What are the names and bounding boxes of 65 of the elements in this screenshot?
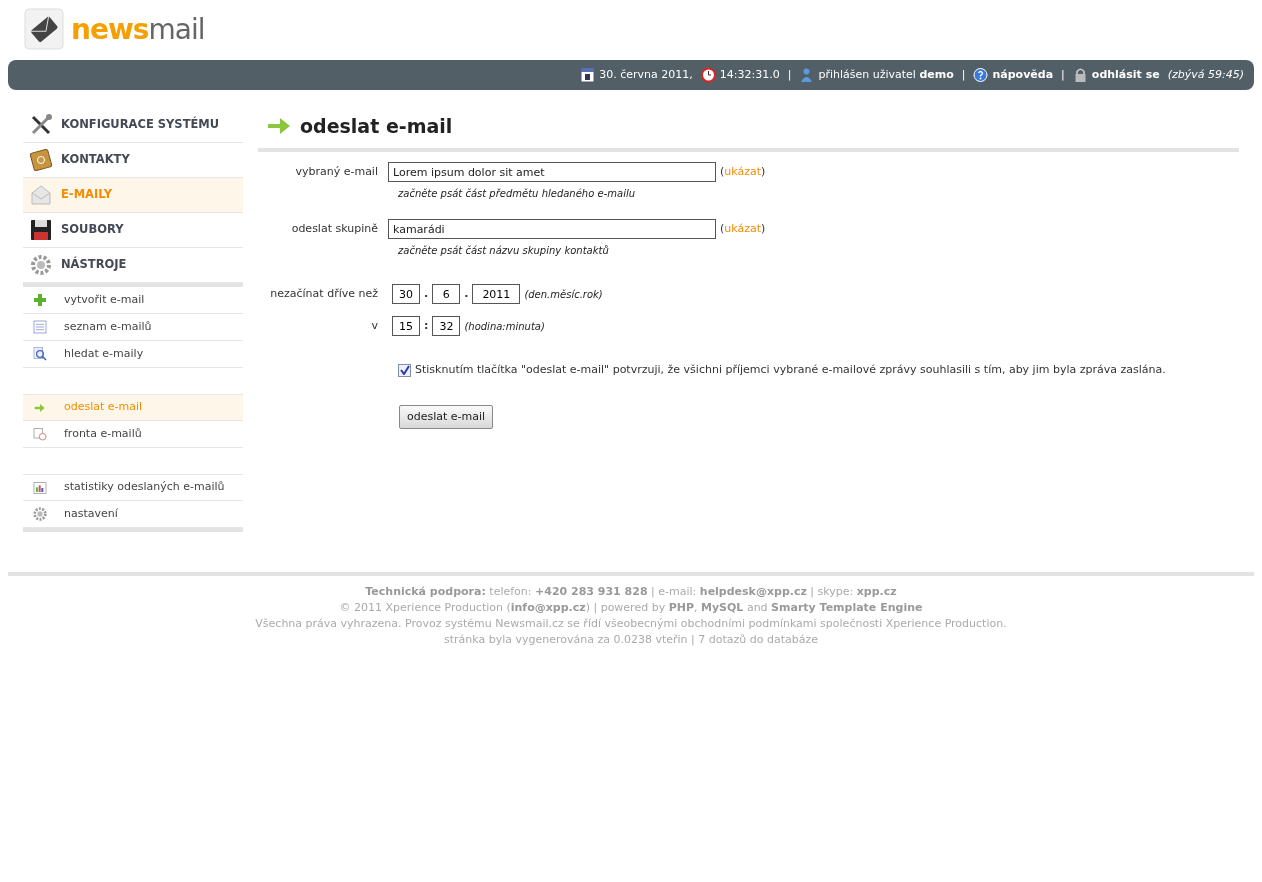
separator-text: | [961,66,966,83]
format-hint: (den.měsíc.rok) [524,287,603,302]
floppy-icon [29,218,53,242]
paren-text: ) [761,221,766,235]
magnifier-icon [32,346,48,362]
user-text: přihlášen uživatel demo [818,66,954,83]
paren-text: ( [720,221,725,235]
sub-menu-item[interactable]: vytvořit e-mail [23,287,243,314]
footer-line: Všechna práva vyhrazena. Provoz systému Newsmail.cz se řídí všeobecnými obchodními podmínkami společnosti Xperience Production. [254,616,1008,632]
help-icon [973,67,989,83]
hint-text: začněte psát část názvu skupiny kontaktů [398,245,609,256]
year-field[interactable]: 2011 [472,284,521,304]
paren-text: ) [761,164,766,178]
sub-menu-item[interactable]: seznam e-mailů [23,314,243,341]
plus-icon [32,292,48,308]
sub-menu-item[interactable]: statistiky odeslaných e-mailů [23,474,243,501]
gear-icon [32,506,48,522]
field-label: v [371,318,378,332]
queue-icon [32,426,48,442]
user-icon [799,67,815,83]
time-separator: : [424,317,429,334]
day-field[interactable]: 30 [392,284,420,304]
email-field[interactable]: Lorem ipsum dolor sit amet [388,162,716,182]
session-remaining-text: (zbývá 59:45) [1167,66,1244,83]
bar-chart-icon [32,479,48,496]
minute-field[interactable]: 32 [432,316,461,336]
clock-icon [700,67,716,83]
main-menu-item[interactable]: SOUBORY [23,213,243,248]
sub-menu-item[interactable]: fronta e-mailů [23,421,243,448]
footer-line: Technická podpora: telefon: +420 283 931 828 | e-mail: helpdesk@xpp.cz | skype: xpp.cz [364,584,898,600]
hint-text: začněte psát část předmětu hledaného e-mailu [398,188,636,199]
separator-text: | [1061,66,1065,83]
time-text: 14:32:31.0 [719,66,780,83]
calendar-icon [580,67,596,83]
hour-field[interactable]: 15 [392,316,420,336]
consent-text: Stisknutím tlačítka "odeslat e-mail" potvrzuji, že všichni příjemci vybrané e-mailové zprávy souhlasili s tím, aby jim byla zpráva zaslána. [415,362,1166,378]
format-hint: (hodina:minuta) [464,319,545,334]
envelope-icon [29,183,53,207]
separator-text: | [787,66,792,83]
field-label: nezačínat dříve než [270,286,378,300]
group-field[interactable]: kamarádi [388,219,716,239]
tools-icon [29,113,53,137]
footer-line: © 2011 Xperience Production (info@xpp.cz) | powered by PHP, MySQL and Smarty Template Engine [338,600,924,616]
paren-text: ( [720,164,725,178]
sub-menu-item[interactable]: hledat e-maily [23,341,243,368]
date-separator: . [464,285,469,302]
field-label: odeslat skupině [291,221,378,235]
page-title: odeslat e-mail [300,113,453,139]
date-separator: . [424,285,429,302]
logout-link[interactable]: odhlásit se [1091,66,1160,84]
book-icon [29,148,53,172]
list-icon [32,319,48,335]
checkmark-icon [399,365,410,376]
gear-icon [29,253,53,277]
field-label: vybraný e-mail [295,164,378,178]
footer-line: stránka byla vygenerována za 0.0238 vteřin | 7 dotazů do databáze [442,632,820,648]
consent-checkbox[interactable] [398,363,411,377]
month-field[interactable]: 6 [432,284,461,304]
logo-wordmark: newsmail [71,16,205,44]
arrow-icon [266,115,292,137]
logo-envelope-icon [23,7,67,53]
submit-button[interactable]: odeslat e-mail [399,404,494,429]
date-text: 30. června 2011, [599,66,693,83]
help-link[interactable]: nápověda [992,66,1054,84]
main-menu-item[interactable]: KONFIGURACE SYSTÉMU [23,108,243,143]
